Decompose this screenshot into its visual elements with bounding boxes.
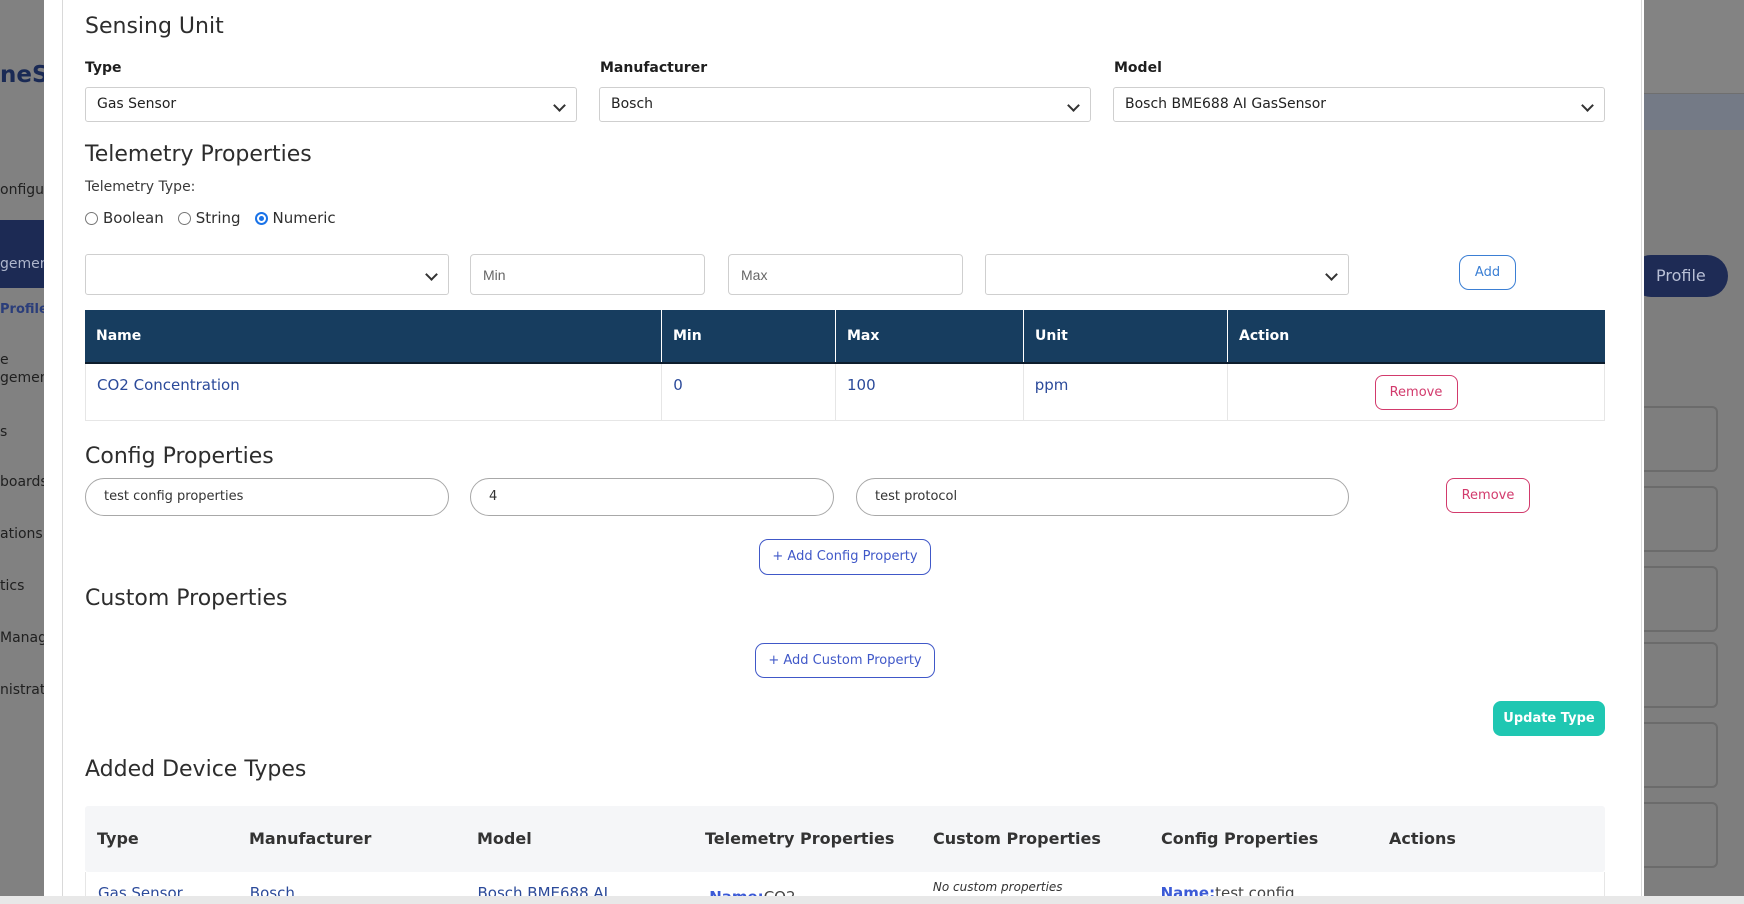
model-select-value: Bosch BME688 AI GasSensor <box>1125 96 1327 112</box>
telemetry-min-cell: 0 <box>662 364 836 420</box>
column-header: Unit <box>1024 310 1228 362</box>
bg-card <box>1644 642 1718 708</box>
radio-button[interactable] <box>177 211 191 225</box>
bg-nav-item: boards <box>0 474 44 490</box>
bg-nav-item: Manag <box>0 630 44 646</box>
column-header: Config Properties <box>1161 829 1319 848</box>
model-select[interactable]: Bosch BME688 AI GasSensor <box>1113 87 1605 122</box>
bg-nav-item: tics <box>0 578 25 594</box>
column-header: Manufacturer <box>249 829 372 848</box>
bg-nav-item: ations <box>0 526 43 542</box>
column-header: Max <box>836 310 1024 362</box>
bg-right-band <box>1644 94 1744 130</box>
radio-label: Numeric <box>272 209 336 227</box>
add-custom-property-button[interactable]: + Add Custom Property <box>755 643 935 678</box>
background-logo: neS <box>0 62 44 88</box>
bg-card <box>1644 566 1718 632</box>
radio-boolean[interactable]: Boolean <box>85 209 164 227</box>
config-name-input[interactable]: test config properties <box>85 478 449 516</box>
radio-numeric[interactable]: Numeric <box>254 209 336 227</box>
background-right-panel: Profile <box>1644 0 1744 904</box>
column-header: Action <box>1239 328 1290 344</box>
column-header: Type <box>97 829 139 848</box>
telemetry-title: Telemetry Properties <box>85 142 312 167</box>
bg-nav-item: Profiles <box>0 302 44 317</box>
chevron-down-icon <box>553 99 566 112</box>
config-protocol-input[interactable]: test protocol <box>856 478 1349 516</box>
chevron-down-icon <box>1067 99 1080 112</box>
custom-title: Custom Properties <box>85 586 288 611</box>
bg-nav-item: gemen <box>0 370 44 386</box>
column-header: Telemetry Properties <box>705 829 895 848</box>
column-header: Min <box>662 310 836 362</box>
manufacturer-select[interactable]: Bosch <box>599 87 1091 122</box>
bg-nav-active: gemen <box>0 220 44 288</box>
chevron-down-icon <box>1581 99 1594 112</box>
radio-label: String <box>195 209 241 227</box>
bg-card <box>1644 486 1718 552</box>
sensing-unit-title: Sensing Unit <box>85 14 224 39</box>
bottom-edge <box>0 896 1744 904</box>
telemetry-unit-cell: ppm <box>1024 364 1228 420</box>
bg-right-header <box>1644 0 1744 94</box>
manufacturer-select-value: Bosch <box>611 96 654 112</box>
bg-card <box>1644 406 1718 472</box>
telemetry-min-input[interactable] <box>470 254 705 295</box>
chevron-down-icon <box>1325 268 1338 281</box>
config-value-input[interactable]: 4 <box>470 478 834 516</box>
telemetry-name-select[interactable] <box>85 254 449 295</box>
radio-button[interactable] <box>85 211 98 225</box>
chevron-down-icon <box>425 268 438 281</box>
radio-button-checked[interactable] <box>254 211 268 225</box>
column-header: Model <box>477 829 532 848</box>
bg-card <box>1644 722 1718 788</box>
added-table-header: Type Manufacturer Model Telemetry Proper… <box>85 806 1605 872</box>
telemetry-type-label: Telemetry Type: <box>85 179 196 195</box>
type-select-value: Gas Sensor <box>97 96 177 112</box>
radio-label: Boolean <box>103 209 164 227</box>
bg-nav-item: onfigu <box>0 182 44 198</box>
column-header: Custom Properties <box>933 829 1101 848</box>
model-label: Model <box>1114 60 1162 76</box>
bg-nav-item: nistrati <box>0 682 44 698</box>
edit-device-type-modal: Sensing Unit Type Gas Sensor Manufacture… <box>44 0 1644 904</box>
config-title: Config Properties <box>85 444 274 469</box>
background-sidebar: neS onfigu gemen Profiles e gemen s boar… <box>0 0 44 904</box>
bg-profile-button: Profile <box>1644 255 1728 297</box>
added-device-types-table: Type Manufacturer Model Telemetry Proper… <box>85 806 1605 904</box>
bg-nav-item: gemen <box>0 256 44 272</box>
table-row: CO2 Concentration 0 100 ppm Remove <box>85 364 1605 421</box>
telemetry-type-radio-group: Boolean String Numeric <box>85 209 350 227</box>
radio-string[interactable]: String <box>177 209 241 227</box>
telemetry-max-cell: 100 <box>836 364 1024 420</box>
column-header: Name <box>85 310 662 362</box>
telemetry-max-input[interactable] <box>728 254 963 295</box>
added-device-types-title: Added Device Types <box>85 757 307 782</box>
type-label: Type <box>85 60 122 76</box>
type-select[interactable]: Gas Sensor <box>85 87 577 122</box>
bg-card <box>1644 802 1718 868</box>
telemetry-name-cell: CO2 Concentration <box>86 364 663 420</box>
add-telemetry-button[interactable]: Add <box>1459 255 1516 290</box>
bg-nav-item: e <box>0 352 9 368</box>
add-config-property-button[interactable]: + Add Config Property <box>759 539 931 575</box>
telemetry-table-header: Name Min Max Unit Action <box>85 310 1605 364</box>
remove-telemetry-button[interactable]: Remove <box>1374 375 1458 410</box>
update-type-button[interactable]: Update Type <box>1493 701 1605 736</box>
telemetry-table: Name Min Max Unit Action CO2 Concentrati… <box>85 310 1605 421</box>
manufacturer-label: Manufacturer <box>600 60 708 76</box>
telemetry-action-cell: Remove <box>1228 364 1605 420</box>
bg-nav-item: s <box>0 424 8 440</box>
remove-config-button[interactable]: Remove <box>1446 478 1530 513</box>
telemetry-unit-select[interactable] <box>985 254 1349 295</box>
column-header: Actions <box>1389 829 1456 848</box>
